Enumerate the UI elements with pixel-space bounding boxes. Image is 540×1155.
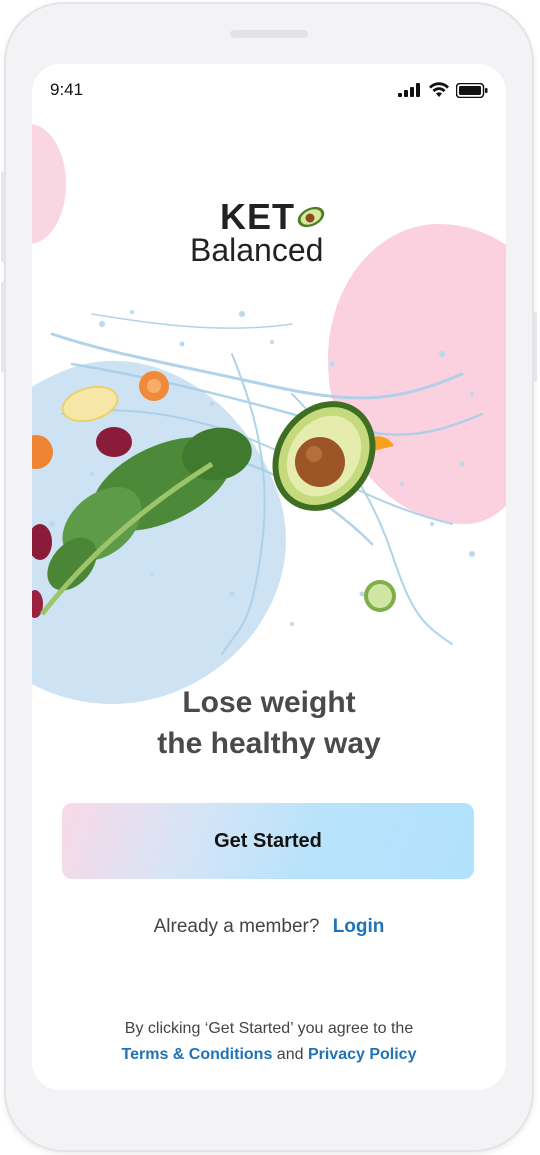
legal-notice-text: By clicking ‘Get Started’ you agree to t…	[124, 1020, 414, 1037]
status-icons	[398, 82, 488, 98]
member-prompt: Already a member? Login	[32, 916, 506, 938]
get-started-button[interactable]: Get Started	[62, 803, 474, 879]
headline-line-1: Lose weight	[182, 686, 356, 719]
terms-link[interactable]: Terms & Conditions	[122, 1046, 273, 1063]
phone-speaker	[230, 30, 308, 38]
battery-icon	[456, 82, 488, 98]
app-screen: 9:41 KET Balanced Lose weight the health…	[32, 64, 506, 1090]
status-bar: 9:41	[32, 64, 506, 116]
login-link[interactable]: Login	[333, 916, 385, 937]
wifi-icon	[429, 82, 449, 97]
phone-side-button	[1, 282, 5, 372]
legal-links: Terms & Conditions and Privacy Policy	[32, 1042, 506, 1068]
brand-logo-top: KET	[190, 196, 350, 237]
phone-power-button	[533, 312, 537, 382]
brand-name-bottom: Balanced	[190, 232, 324, 268]
cellular-signal-icon	[398, 83, 420, 97]
phone-side-button	[1, 172, 5, 262]
member-prompt-text: Already a member?	[153, 916, 320, 937]
privacy-policy-link[interactable]: Privacy Policy	[308, 1046, 417, 1063]
legal-notice: By clicking ‘Get Started’ you agree to t…	[32, 1016, 506, 1068]
legal-and-text: and	[276, 1046, 304, 1063]
brand-logo: KET Balanced	[190, 196, 350, 268]
brand-name-top: KET	[220, 196, 295, 237]
headline: Lose weight the healthy way	[32, 682, 506, 764]
vegetables-water-splash-illustration	[32, 310, 484, 655]
headline-line-2: the healthy way	[157, 727, 381, 760]
decorative-pink-blob	[32, 124, 66, 244]
avocado-icon	[297, 206, 325, 228]
status-time: 9:41	[50, 80, 84, 99]
